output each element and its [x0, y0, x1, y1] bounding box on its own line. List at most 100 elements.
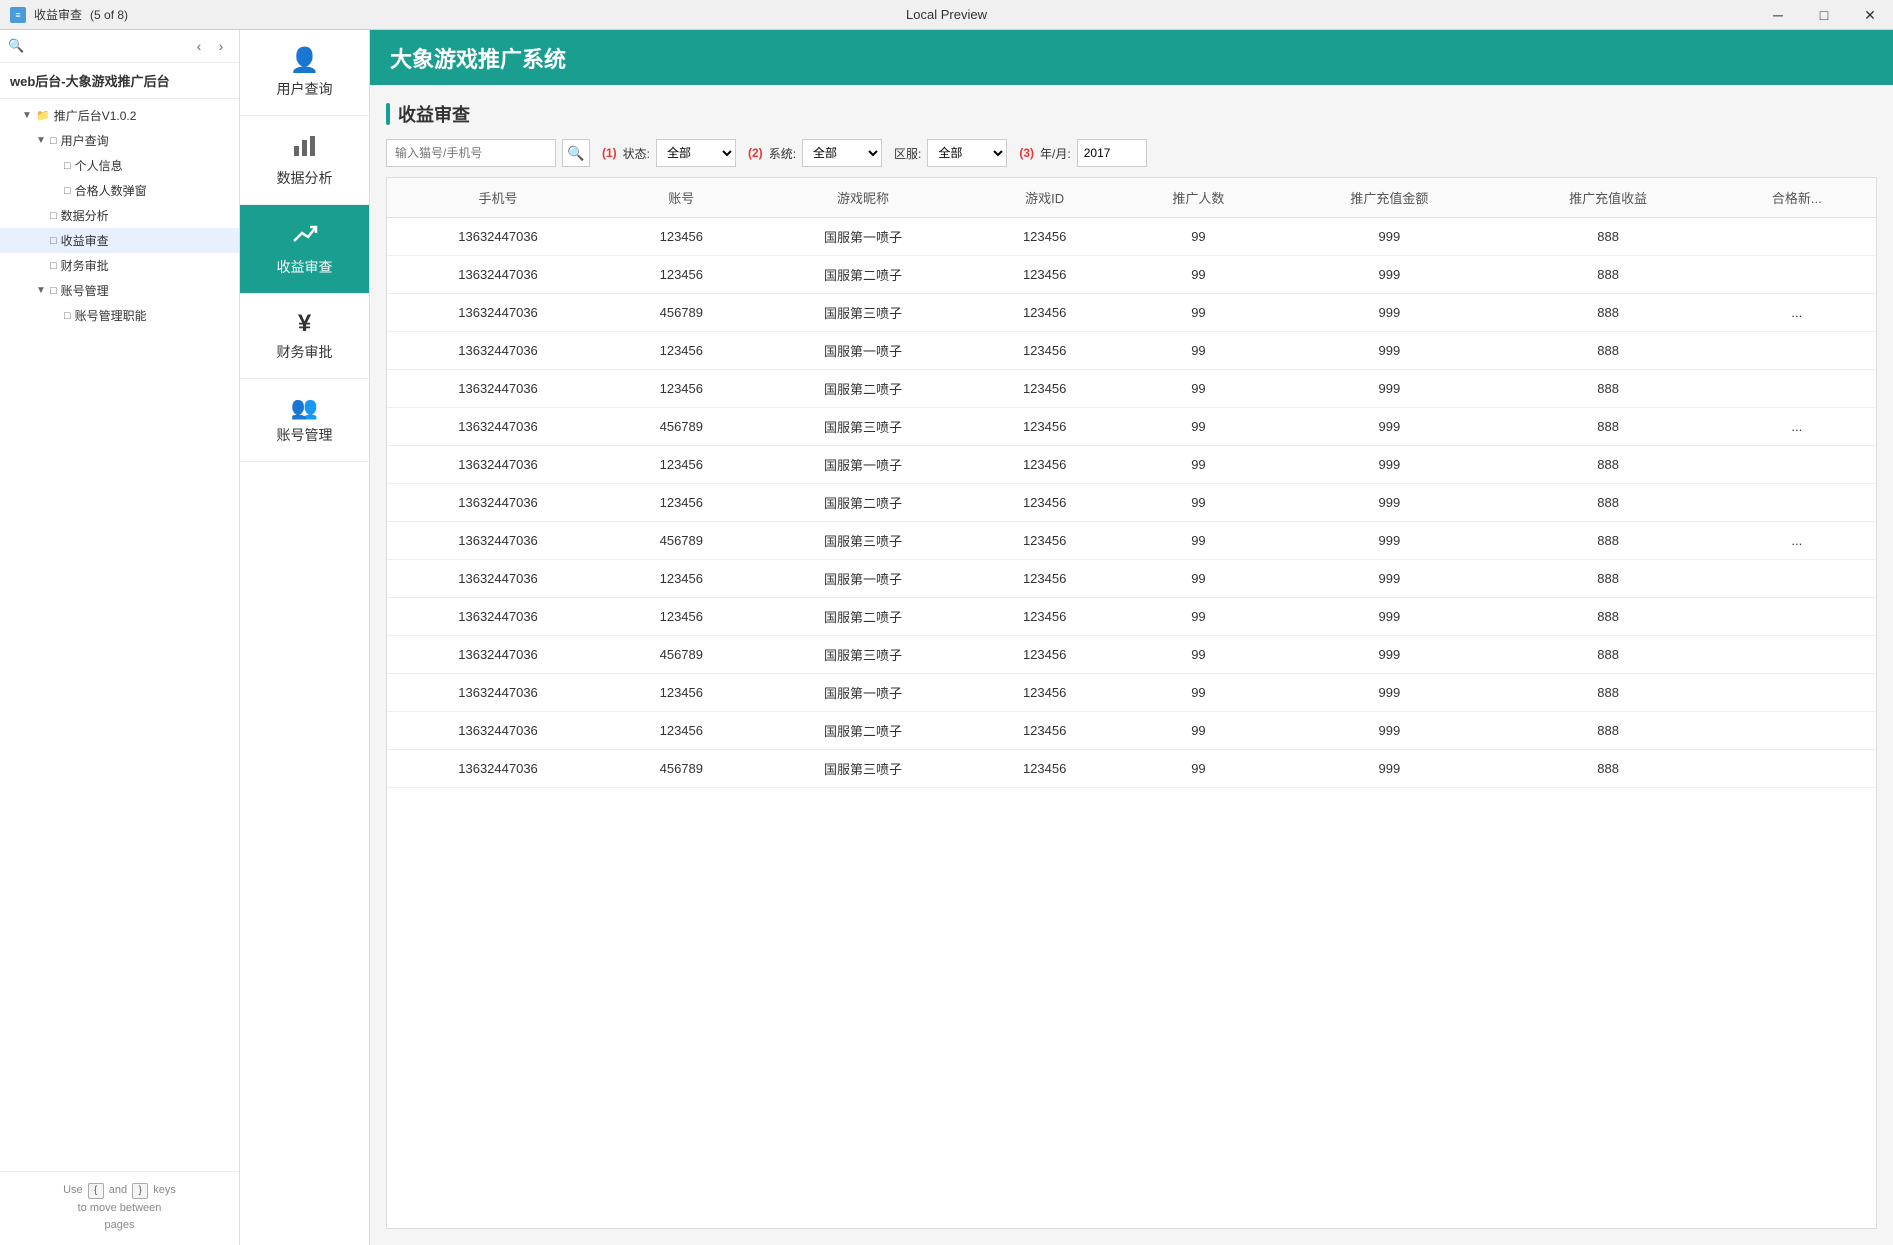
table-row[interactable]: 13632447036 123456 国服第一喷子 123456 99 999 …	[387, 674, 1876, 712]
sidebar-item-root[interactable]: ▼ 📁 推广后台V1.0.2	[0, 103, 239, 128]
nav-next-button[interactable]: ›	[211, 36, 231, 56]
user-icon: 👤	[290, 46, 320, 75]
cell-gameid: 123456	[972, 332, 1117, 370]
table-row[interactable]: 13632447036 456789 国服第三喷子 123456 99 999 …	[387, 408, 1876, 446]
maximize-button[interactable]: □	[1801, 0, 1847, 30]
sidebar-item-label: 财务审批	[61, 257, 109, 274]
cell-qualified	[1718, 332, 1876, 370]
search-button[interactable]: 🔍	[562, 139, 590, 167]
nav-item-user-query[interactable]: 👤 用户查询	[240, 30, 369, 116]
footer-pages-text: pages	[10, 1217, 229, 1235]
table-row[interactable]: 13632447036 123456 国服第一喷子 123456 99 999 …	[387, 218, 1876, 256]
table-row[interactable]: 13632447036 456789 国服第三喷子 123456 99 999 …	[387, 636, 1876, 674]
table-body: 13632447036 123456 国服第一喷子 123456 99 999 …	[387, 218, 1876, 788]
col-promoters: 推广人数	[1117, 178, 1280, 218]
cell-account: 123456	[609, 256, 754, 294]
sidebar-item-revenue-review[interactable]: □ 收益审查	[0, 228, 239, 253]
data-table: 手机号 账号 游戏昵称 游戏ID 推广人数 推广充值金额 推广充值收益 合格新.…	[387, 178, 1876, 788]
nav-item-account-mgmt[interactable]: 👥 账号管理	[240, 379, 369, 462]
cell-phone: 13632447036	[387, 636, 609, 674]
system-select[interactable]: 全部 系统A 系统B	[802, 139, 882, 167]
cell-recharge-revenue: 888	[1499, 522, 1718, 560]
sidebar-item-account-mgmt[interactable]: ▼ □ 账号管理	[0, 278, 239, 303]
cell-account: 456789	[609, 750, 754, 788]
cell-gameid: 123456	[972, 218, 1117, 256]
nav-prev-button[interactable]: ‹	[189, 36, 209, 56]
cell-promoters: 99	[1117, 370, 1280, 408]
cell-recharge-amount: 999	[1280, 294, 1499, 332]
sidebar-item-data-analysis[interactable]: □ 数据分析	[0, 203, 239, 228]
sidebar-item-qualified-popup[interactable]: □ 合格人数弹窗	[0, 178, 239, 203]
nav-item-data-analysis[interactable]: 数据分析	[240, 116, 369, 205]
col-nickname: 游戏昵称	[754, 178, 973, 218]
cell-phone: 13632447036	[387, 750, 609, 788]
table-row[interactable]: 13632447036 123456 国服第二喷子 123456 99 999 …	[387, 484, 1876, 522]
page-title: 收益审查	[398, 101, 470, 127]
cell-phone: 13632447036	[387, 256, 609, 294]
main-content: 大象游戏推广系统 收益审查 🔍 (1) 状态:	[370, 30, 1893, 1245]
cell-promoters: 99	[1117, 598, 1280, 636]
cell-qualified	[1718, 218, 1876, 256]
cell-promoters: 99	[1117, 218, 1280, 256]
cell-phone: 13632447036	[387, 294, 609, 332]
table-row[interactable]: 13632447036 456789 国服第三喷子 123456 99 999 …	[387, 294, 1876, 332]
sidebar-search-input[interactable]	[28, 39, 185, 53]
cell-gameid: 123456	[972, 522, 1117, 560]
cell-qualified	[1718, 370, 1876, 408]
yen-icon: ¥	[298, 310, 311, 338]
file-icon: □	[64, 185, 71, 197]
nav-item-finance-review[interactable]: ¥ 财务审批	[240, 294, 369, 379]
cell-recharge-amount: 999	[1280, 522, 1499, 560]
cell-qualified	[1718, 712, 1876, 750]
close-button[interactable]: ✕	[1847, 0, 1893, 30]
cell-recharge-amount: 999	[1280, 712, 1499, 750]
cell-promoters: 99	[1117, 750, 1280, 788]
cell-qualified	[1718, 446, 1876, 484]
folder-icon: 📁	[36, 109, 50, 122]
nav-item-revenue-review[interactable]: 收益审查	[240, 205, 369, 294]
region-filter-label: 区服:	[894, 145, 921, 162]
cell-phone: 13632447036	[387, 522, 609, 560]
system-filter-num: (2)	[748, 146, 763, 160]
nav-panel: 👤 用户查询 数据分析 收益审查 ¥ 财	[240, 30, 370, 1245]
cell-phone: 13632447036	[387, 598, 609, 636]
table-row[interactable]: 13632447036 123456 国服第一喷子 123456 99 999 …	[387, 446, 1876, 484]
table-row[interactable]: 13632447036 456789 国服第三喷子 123456 99 999 …	[387, 750, 1876, 788]
table-row[interactable]: 13632447036 456789 国服第三喷子 123456 99 999 …	[387, 522, 1876, 560]
status-select[interactable]: 全部 已审核 未审核	[656, 139, 736, 167]
sidebar-item-account-role[interactable]: □ 账号管理职能	[0, 303, 239, 328]
table-row[interactable]: 13632447036 123456 国服第一喷子 123456 99 999 …	[387, 560, 1876, 598]
year-month-input[interactable]	[1077, 139, 1147, 167]
table-header: 手机号 账号 游戏昵称 游戏ID 推广人数 推广充值金额 推广充值收益 合格新.…	[387, 178, 1876, 218]
cell-gameid: 123456	[972, 256, 1117, 294]
search-group: 🔍	[386, 139, 590, 167]
status-filter-label: 状态:	[623, 145, 650, 162]
file-icon: □	[50, 260, 57, 272]
data-table-wrapper: 手机号 账号 游戏昵称 游戏ID 推广人数 推广充值金额 推广充值收益 合格新.…	[386, 177, 1877, 1229]
table-row[interactable]: 13632447036 123456 国服第二喷子 123456 99 999 …	[387, 712, 1876, 750]
chevron-down-icon: ▼	[36, 285, 50, 296]
region-select[interactable]: 全部 国服 外服	[927, 139, 1007, 167]
sidebar-item-finance-review[interactable]: □ 财务审批	[0, 253, 239, 278]
table-row[interactable]: 13632447036 123456 国服第二喷子 123456 99 999 …	[387, 598, 1876, 636]
file-icon: □	[50, 210, 57, 222]
cell-recharge-amount: 999	[1280, 370, 1499, 408]
cell-account: 123456	[609, 218, 754, 256]
cell-recharge-amount: 999	[1280, 560, 1499, 598]
minimize-button[interactable]: ─	[1755, 0, 1801, 30]
sidebar-item-user-query[interactable]: ▼ □ 用户查询	[0, 128, 239, 153]
table-row[interactable]: 13632447036 123456 国服第一喷子 123456 99 999 …	[387, 332, 1876, 370]
table-row[interactable]: 13632447036 123456 国服第二喷子 123456 99 999 …	[387, 256, 1876, 294]
search-input[interactable]	[386, 139, 556, 167]
and-text: and	[109, 1184, 127, 1196]
sidebar-item-label: 收益审查	[61, 232, 109, 249]
nav-item-label: 账号管理	[277, 425, 333, 445]
cell-account: 456789	[609, 294, 754, 332]
table-row[interactable]: 13632447036 123456 国服第二喷子 123456 99 999 …	[387, 370, 1876, 408]
tab-info: ≡ 收益审查 (5 of 8)	[10, 6, 128, 23]
cell-gameid: 123456	[972, 370, 1117, 408]
cell-gameid: 123456	[972, 560, 1117, 598]
cell-promoters: 99	[1117, 294, 1280, 332]
tab-pages: (5 of 8)	[90, 8, 128, 22]
sidebar-item-personal-info[interactable]: □ 个人信息	[0, 153, 239, 178]
